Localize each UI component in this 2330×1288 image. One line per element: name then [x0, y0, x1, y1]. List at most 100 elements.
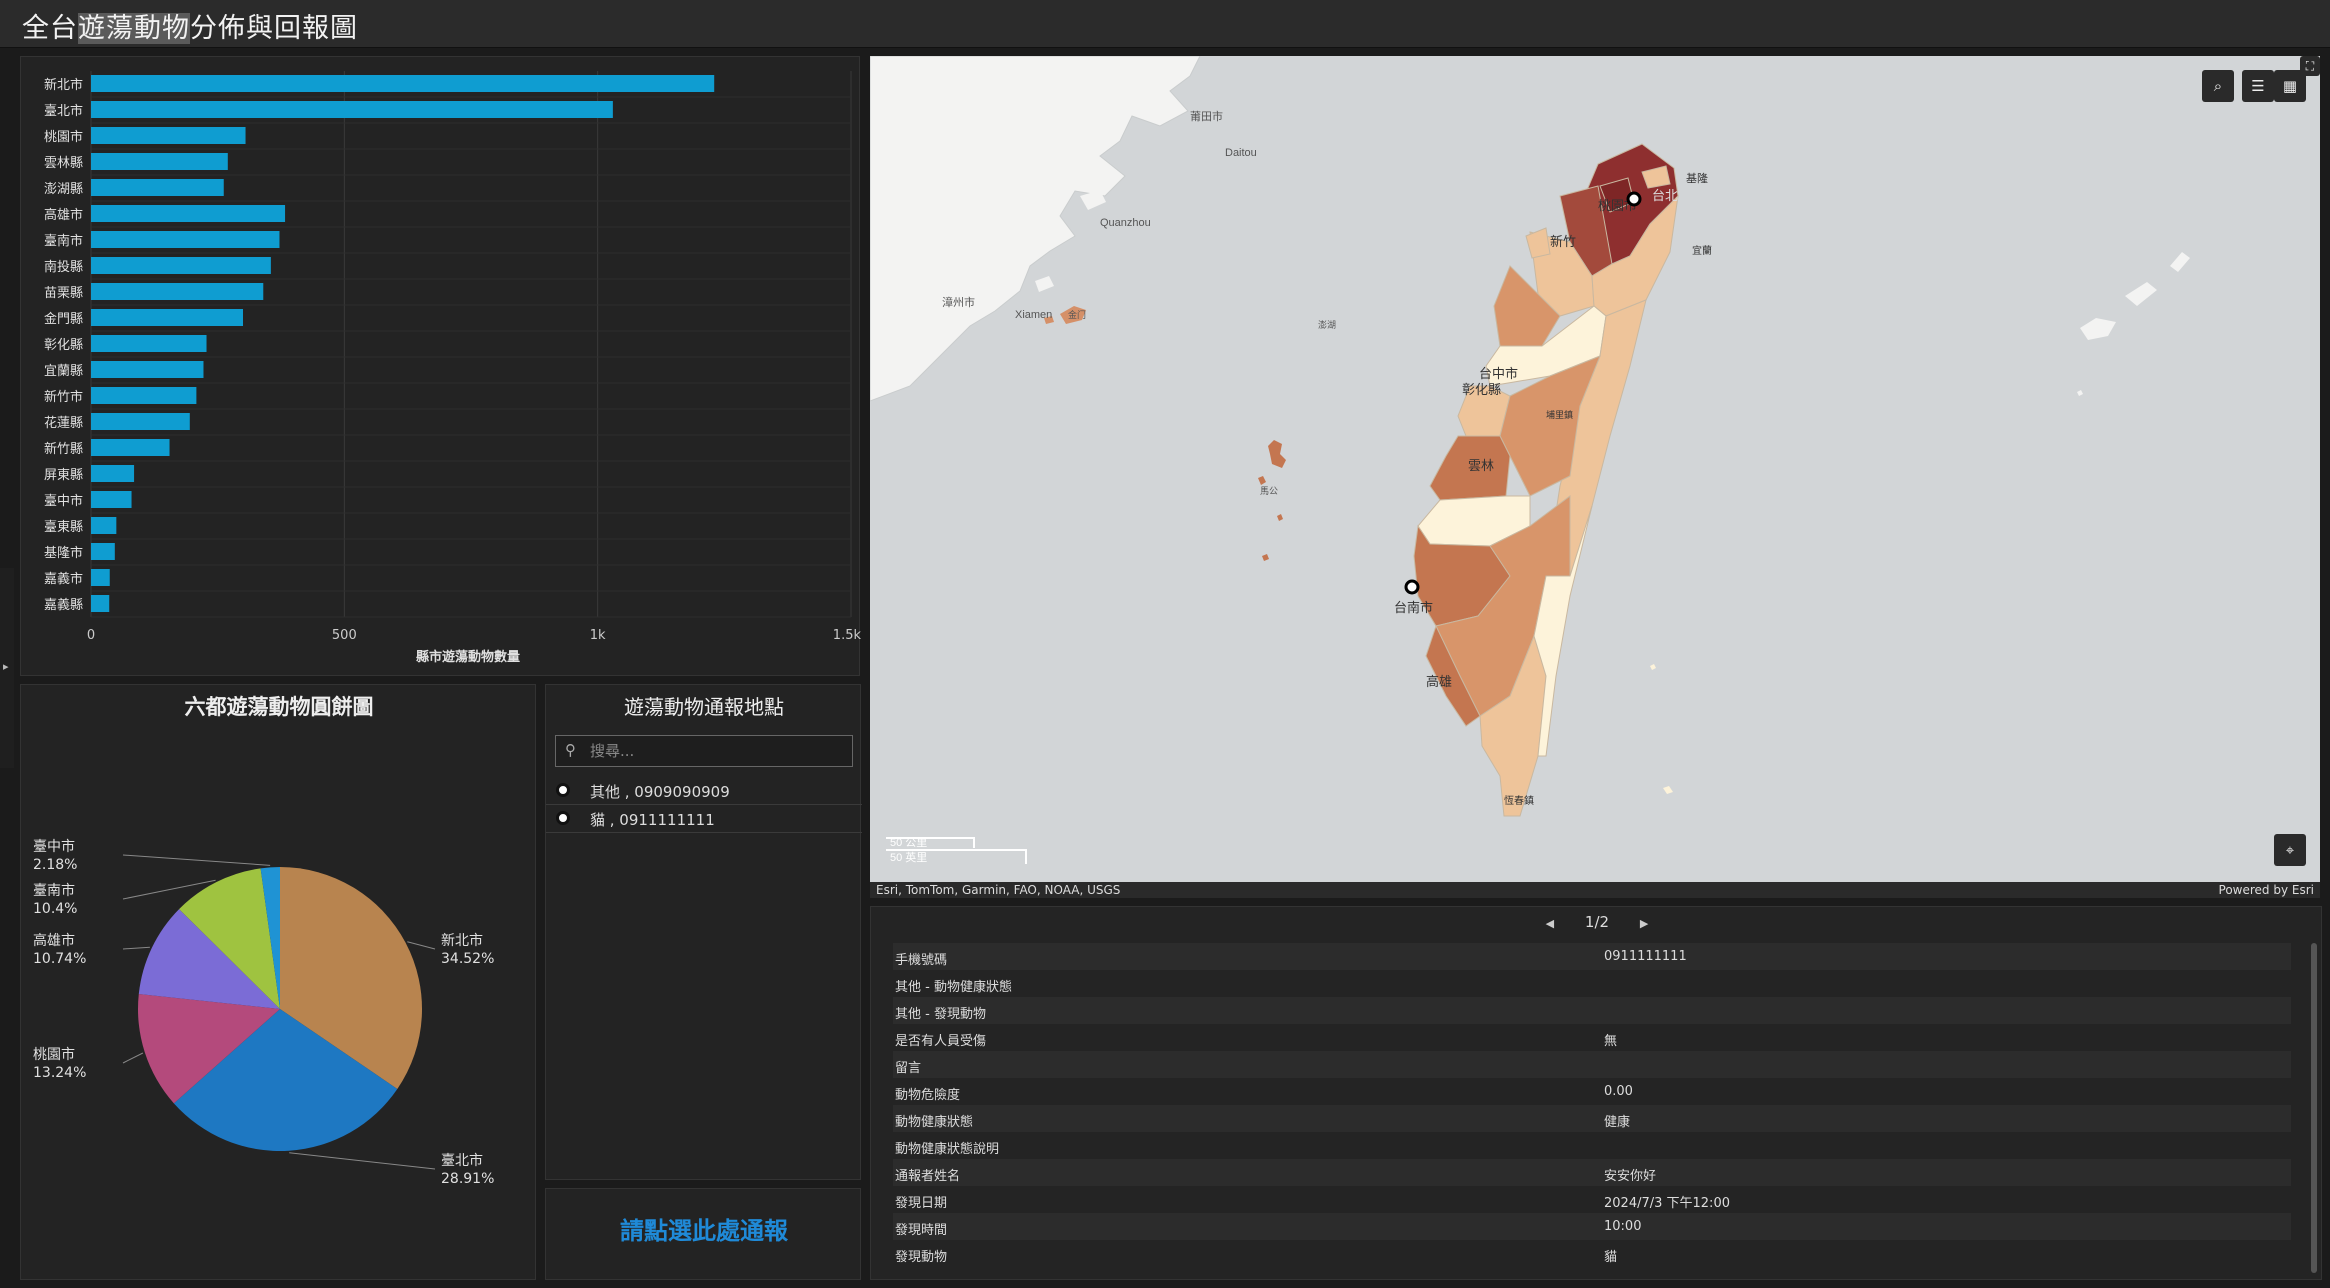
- attribute-row: 其他 - 動物健康狀態: [893, 970, 2291, 997]
- list-item[interactable]: 其他 , 0909090909: [546, 777, 862, 805]
- y-tick-label: 宜蘭縣: [44, 363, 83, 379]
- bar: [91, 283, 264, 300]
- ryukyu-islet: [2077, 390, 2083, 396]
- y-tick-label: 彰化縣: [44, 337, 83, 353]
- locate-button[interactable]: ⌖: [2274, 834, 2306, 866]
- layer-list-button[interactable]: ☰: [2242, 70, 2274, 102]
- y-tick-label: 新竹縣: [44, 441, 83, 457]
- map-scale-bar: 50 公里 50 英里: [886, 836, 1027, 864]
- list-item[interactable]: 貓 , 0911111111: [546, 805, 862, 833]
- y-tick-label: 金門縣: [44, 311, 83, 327]
- pie-value-label: 10.4%: [33, 901, 77, 917]
- map-label-tainan: 台南市: [1394, 600, 1433, 615]
- report-marker-pin-icon[interactable]: [1404, 579, 1420, 595]
- y-tick-label: 花蓮縣: [44, 415, 83, 431]
- y-tick-label: 臺中市: [44, 493, 83, 509]
- report-marker-pin-icon[interactable]: [1626, 191, 1642, 207]
- prev-feature-button[interactable]: ◀: [1546, 917, 1554, 930]
- bar: [91, 439, 170, 456]
- attribution-text: Esri, TomTom, Garmin, FAO, NOAA, USGS: [876, 883, 1121, 897]
- map-label-nantou: 埔里鎮: [1546, 409, 1573, 420]
- map-label-xiamen: Xiamen: [1015, 309, 1052, 321]
- bar: [91, 257, 271, 274]
- penghu-islet: [1258, 476, 1266, 485]
- attribute-row: 留言: [893, 1051, 2291, 1078]
- sidebar-toggle[interactable]: ▸: [0, 568, 14, 768]
- bar: [91, 361, 204, 378]
- taiwan-map[interactable]: 莆田市 Daitou Quanzhou 漳州市 Xiamen 金门 馬公 澎湖 …: [870, 56, 2320, 882]
- bar: [91, 387, 197, 404]
- penghu-islet: [1277, 514, 1283, 521]
- attribute-key: 動物健康狀態說明: [895, 1142, 1000, 1157]
- pie-leader-line: [122, 946, 150, 950]
- attribute-row: 發現日期 2024/7/3 下午12:00: [893, 1186, 2291, 1213]
- y-tick-label: 嘉義縣: [44, 597, 83, 613]
- map-label-daitou: Daitou: [1225, 147, 1257, 159]
- islet: [1035, 276, 1054, 292]
- y-tick-label: 苗栗縣: [44, 286, 83, 301]
- submit-report-link[interactable]: 請點選此處通報: [546, 1211, 862, 1246]
- grid-icon: ▦: [2282, 77, 2298, 95]
- bar: [91, 335, 207, 352]
- search-icon: ⌕: [2213, 77, 2223, 95]
- attribute-key: 動物危險度: [895, 1088, 961, 1103]
- y-tick-label: 新竹市: [44, 389, 83, 405]
- y-tick-label: 新北市: [44, 77, 83, 93]
- bar: [91, 153, 228, 170]
- bar: [91, 205, 286, 222]
- map-label-unk1: 澎湖: [1318, 319, 1336, 330]
- pie-leader-line: [289, 1152, 436, 1170]
- ryukyu-islet: [2080, 318, 2116, 340]
- map-label-kinmen: 金门: [1068, 309, 1086, 320]
- attribute-row: 動物危險度 0.00: [893, 1078, 2291, 1105]
- feature-page-indicator: 1/2: [1584, 913, 1610, 931]
- attribute-key: 通報者姓名: [895, 1169, 961, 1184]
- y-tick-label: 嘉義市: [44, 571, 83, 587]
- y-tick-label: 基隆市: [44, 545, 83, 561]
- ryukyu-islet: [2125, 282, 2157, 306]
- pie-leader-line: [122, 854, 271, 866]
- map-label-putian: 莆田市: [1190, 109, 1223, 123]
- six-cities-pie-chart: 新北市 34.52% 臺北市 28.91% 桃園市 13.24% 高雄市 10.74% 臺南市 1…: [33, 838, 494, 1187]
- map-search-button[interactable]: ⌕: [2202, 70, 2234, 102]
- attribute-row: 動物健康狀態 健康: [893, 1105, 2291, 1132]
- y-tick-label: 臺北市: [44, 103, 83, 119]
- x-axis-label: 縣市遊蕩動物數量: [416, 649, 520, 665]
- y-tick-label: 臺東縣: [44, 519, 83, 535]
- pie-label: 新北市: [441, 932, 483, 949]
- bar: [91, 491, 132, 508]
- y-tick-label: 屏東縣: [44, 467, 83, 483]
- next-feature-button[interactable]: ▶: [1640, 917, 1648, 930]
- county-bar-chart: 0 500 1k 1.5k 新北市臺北市桃園市雲林縣澎湖縣高雄市臺南市南投縣苗栗縣金門縣…: [44, 71, 861, 665]
- attribute-value: 安安你好: [1604, 1169, 1657, 1184]
- powered-by-esri-link[interactable]: Powered by Esri: [2219, 883, 2314, 897]
- attribute-row: 發現動物 貓: [893, 1240, 2291, 1267]
- map-view[interactable]: 莆田市 Daitou Quanzhou 漳州市 Xiamen 金门 馬公 澎湖 …: [870, 56, 2320, 882]
- bar: [91, 465, 135, 482]
- attribute-value: 2024/7/3 下午12:00: [1604, 1196, 1730, 1211]
- report-search-input[interactable]: [590, 740, 840, 762]
- pie-leader-line: [122, 1052, 144, 1064]
- report-search-box[interactable]: ⚲: [555, 735, 853, 767]
- pie-value-label: 2.18%: [33, 857, 77, 873]
- attribute-row: 是否有人員受傷 無: [893, 1024, 2291, 1051]
- bar: [91, 543, 115, 560]
- detail-scrollbar[interactable]: [2311, 943, 2317, 1273]
- pie-label: 臺南市: [33, 882, 75, 899]
- map-label-taipei: 台北: [1652, 188, 1678, 203]
- county-bar-chart-panel: 0 500 1k 1.5k 新北市 臺北市 桃園市 雲林縣 澎湖縣 高雄市 臺南市 南投縣 苗栗縣 金門縣…: [20, 56, 861, 676]
- pie-label: 桃園市: [33, 1046, 75, 1063]
- pie-value-label: 10.74%: [33, 951, 86, 967]
- locate-icon: ⌖: [2285, 841, 2295, 859]
- fullscreen-button[interactable]: ⛶: [2300, 56, 2320, 76]
- attribute-row: 手機號碼 0911111111: [893, 943, 2291, 970]
- map-label-penghu: 馬公: [1260, 486, 1278, 496]
- feature-pager: ◀ 1/2 ▶: [871, 913, 2323, 931]
- map-label-changhua: 彰化縣: [1462, 382, 1501, 397]
- attribute-key: 發現動物: [895, 1250, 948, 1265]
- bar: [91, 569, 110, 586]
- pie-chart-panel: 六都遊蕩動物圓餅圖 新北市 34.52% 臺北市 28.91% 桃園市 13.24% 高雄市…: [20, 684, 536, 1280]
- attribute-value: 貓: [1604, 1250, 1618, 1265]
- map-label-quanzhou: Quanzhou: [1100, 217, 1151, 229]
- map-label-taichung: 台中市: [1479, 366, 1518, 381]
